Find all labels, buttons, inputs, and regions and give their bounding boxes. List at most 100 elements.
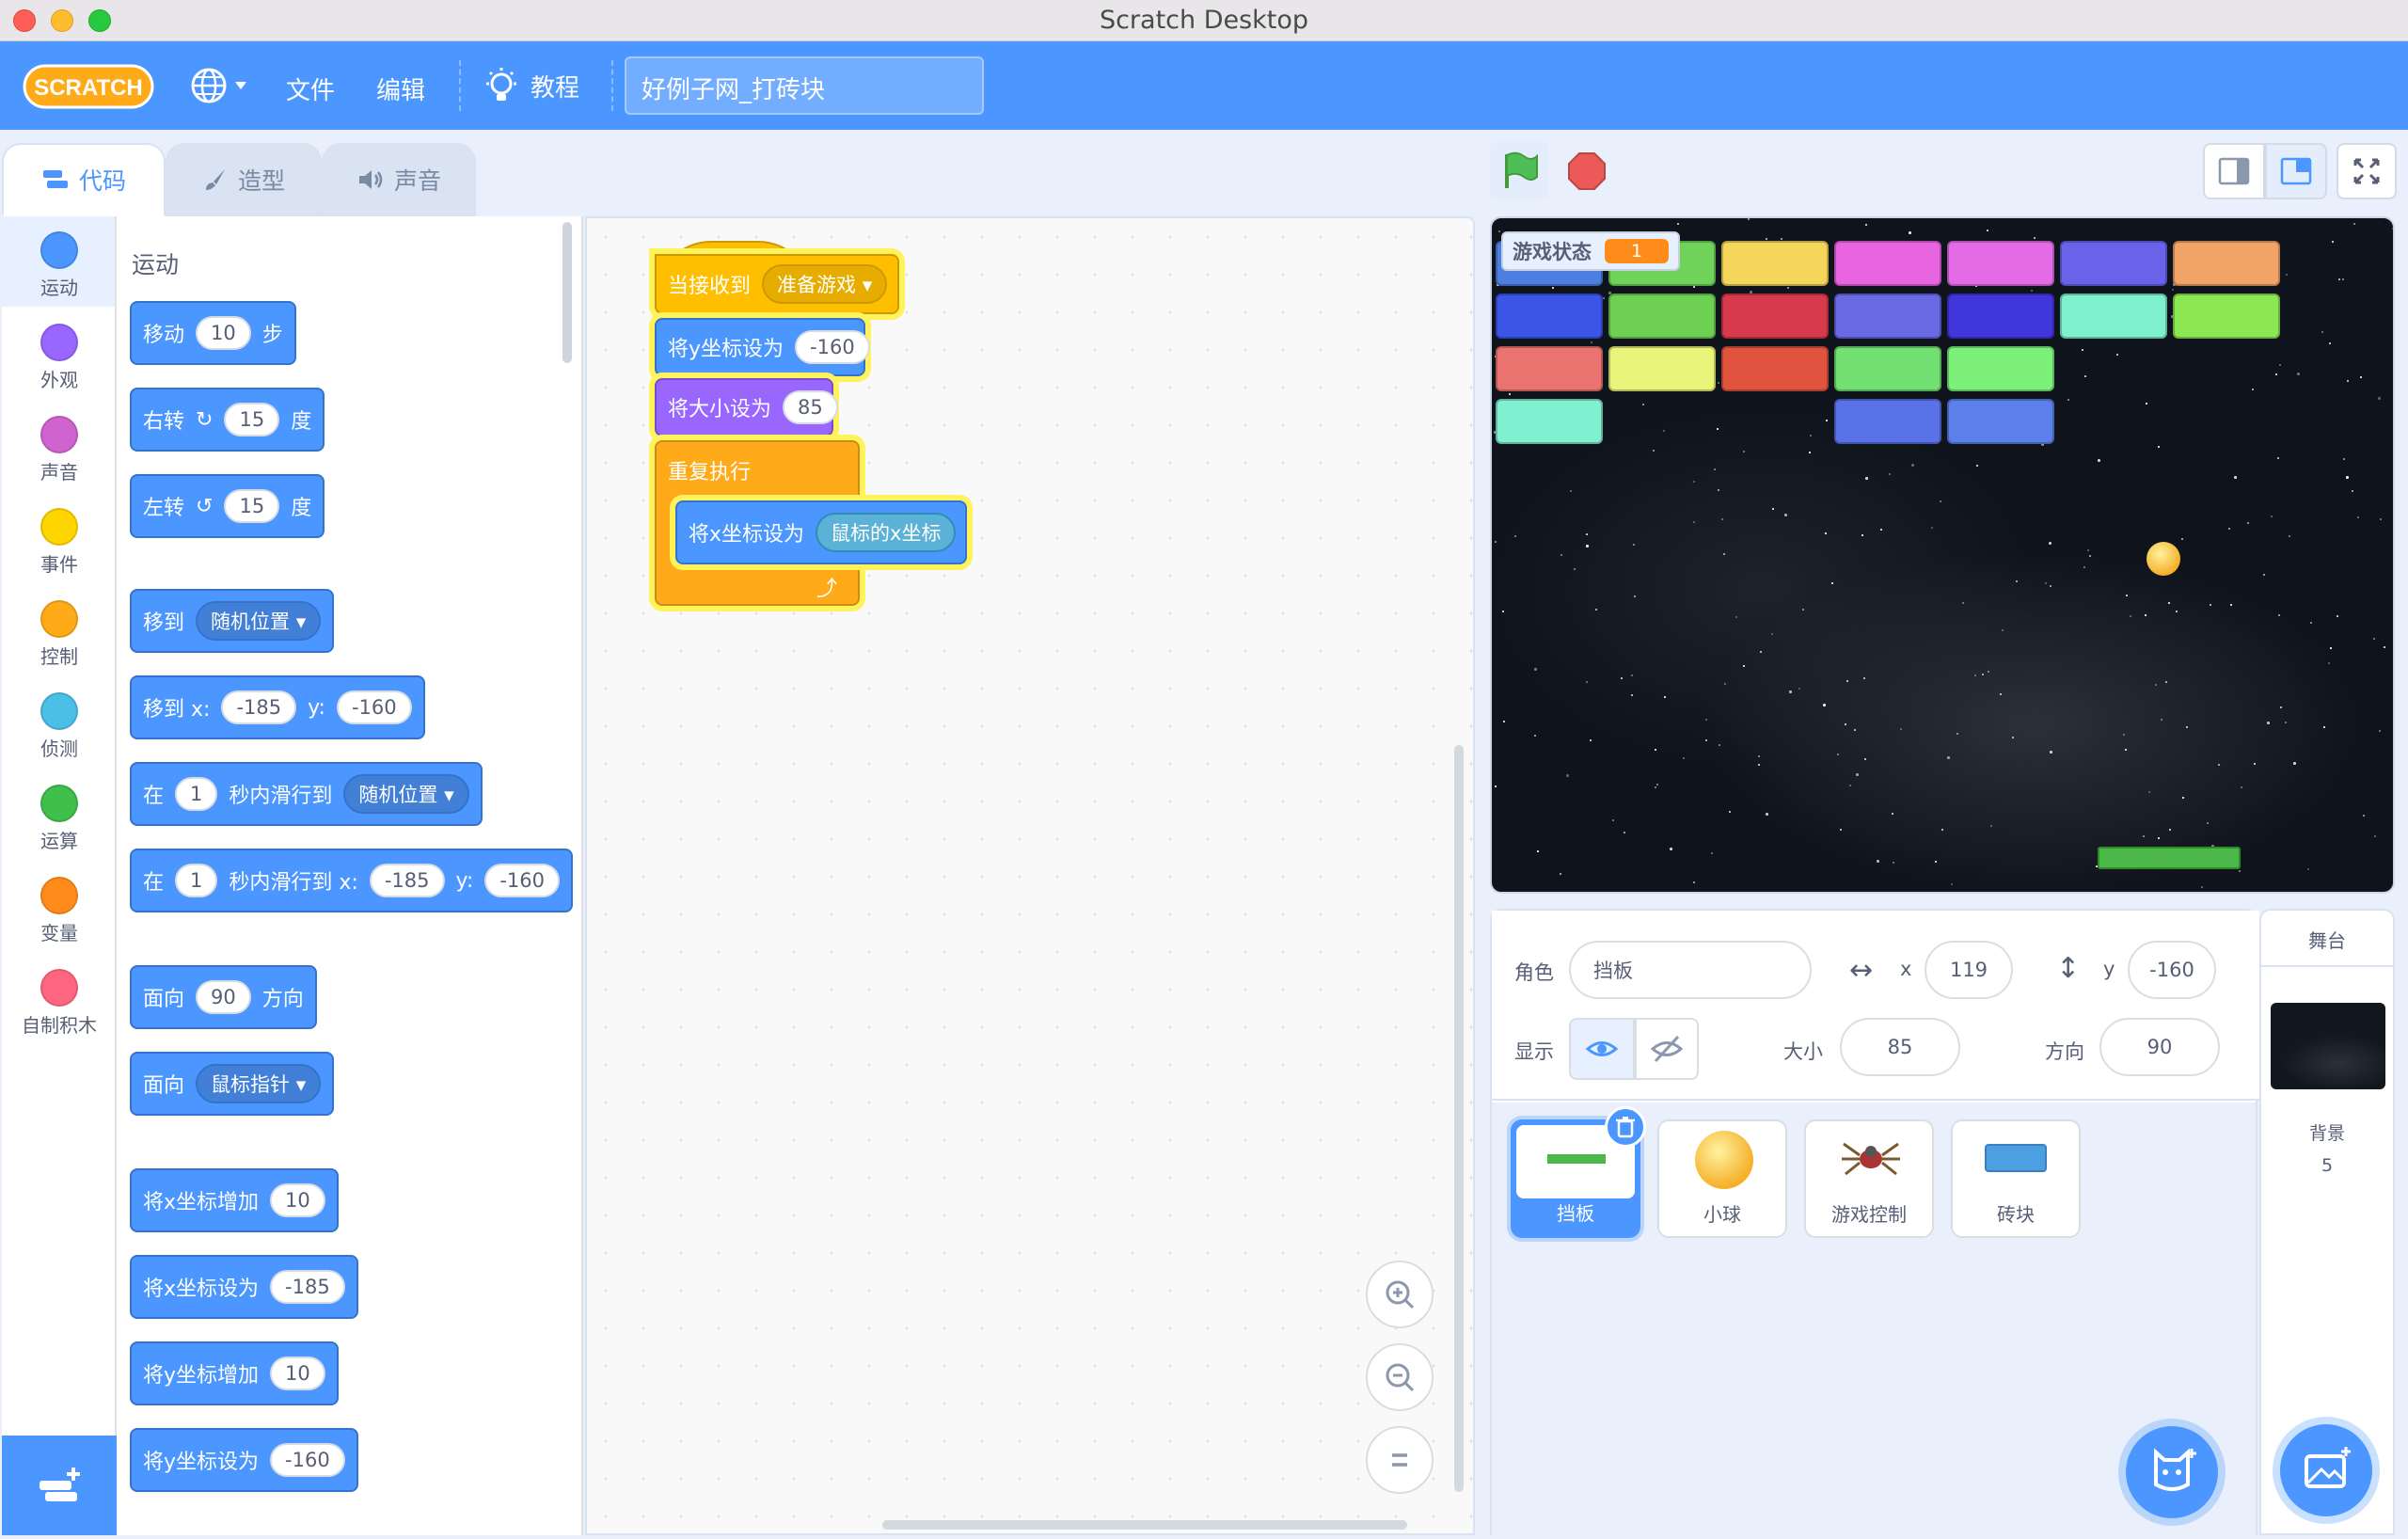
hide-sprite-button[interactable] — [1635, 1018, 1699, 1080]
broadcast-dropdown[interactable]: 准备游戏 ▾ — [762, 264, 888, 304]
zoom-out-button[interactable] — [1366, 1343, 1434, 1411]
code-icon — [42, 170, 68, 188]
block-input[interactable]: 10 — [196, 316, 251, 350]
block-text: 左转 — [143, 497, 185, 520]
script-workspace[interactable]: 当接收到 准备游戏 ▾ 将y坐标设为 -160 将大小设为 85 重复执行 ⤴ 将x坐… — [585, 216, 1475, 1535]
x-arrow-icon: ↔ — [1849, 954, 1874, 987]
block-goto[interactable]: 移到 随机位置 ▾ — [130, 589, 335, 653]
tab-costumes[interactable]: 造型 — [166, 143, 322, 216]
block-dropdown[interactable]: 随机位置 ▾ — [196, 601, 322, 641]
zoom-reset-button[interactable] — [1366, 1426, 1434, 1494]
script-set-size[interactable]: 将大小设为 85 — [655, 378, 838, 436]
block-input[interactable]: 15 — [224, 403, 280, 436]
category-operators[interactable]: 运算 — [2, 771, 117, 864]
block-input[interactable]: 1 — [175, 777, 218, 811]
category-sound[interactable]: 声音 — [2, 403, 117, 495]
edit-menu[interactable]: 编辑 — [376, 71, 425, 106]
block-input[interactable]: -185 — [221, 690, 297, 724]
block-input[interactable]: 85 — [783, 390, 838, 424]
category-label: 运动 — [40, 277, 78, 299]
block-input[interactable]: -185 — [369, 864, 445, 897]
category-looks[interactable]: 外观 — [2, 310, 117, 403]
block-set-x[interactable]: 将x坐标设为 -185 — [130, 1255, 358, 1319]
project-title-input[interactable]: 好例子网_打砖块 — [625, 56, 984, 115]
block-move-steps[interactable]: 移动 10 步 — [130, 301, 296, 365]
block-point-towards[interactable]: 面向 鼠标指针 ▾ — [130, 1052, 335, 1116]
block-turn-right[interactable]: 右转 ↻ 15 度 — [130, 388, 325, 452]
block-dropdown[interactable]: 随机位置 ▾ — [343, 774, 469, 814]
ball-sprite[interactable] — [2147, 542, 2180, 576]
category-control[interactable]: 控制 — [2, 587, 117, 679]
script-when-receive[interactable]: 当接收到 准备游戏 ▾ — [655, 254, 899, 314]
choose-backdrop-button[interactable] — [2280, 1424, 2372, 1516]
add-extension-button[interactable] — [2, 1436, 117, 1535]
palette-scrollbar[interactable] — [562, 222, 572, 363]
workspace-vscrollbar[interactable] — [1454, 745, 1464, 1492]
block-dropdown[interactable]: 鼠标指针 ▾ — [196, 1064, 322, 1103]
stage-canvas[interactable]: 游戏状态 1 — [1490, 216, 2395, 894]
block-turn-left[interactable]: 左转 ↺ 15 度 — [130, 474, 325, 538]
block-input[interactable]: 1 — [175, 864, 218, 897]
category-label: 自制积木 — [22, 1014, 97, 1037]
block-change-x[interactable]: 将x坐标增加 10 — [130, 1168, 339, 1232]
block-change-y[interactable]: 将y坐标增加 10 — [130, 1341, 339, 1405]
delete-sprite-button[interactable] — [1605, 1106, 1646, 1148]
paddle-thumbnail — [1547, 1154, 1606, 1164]
direction-label: 方向 — [2045, 1040, 2084, 1063]
x-input[interactable]: 119 — [1925, 941, 2013, 999]
menu-divider — [611, 60, 613, 111]
block-text: 将x坐标设为 — [143, 1277, 260, 1301]
size-input[interactable]: 85 — [1840, 1018, 1960, 1076]
category-variables[interactable]: 变量 — [2, 864, 117, 956]
category-events[interactable]: 事件 — [2, 495, 117, 587]
block-input[interactable]: -185 — [270, 1270, 345, 1304]
sprite-thumb-brick[interactable]: 砖块 — [1951, 1119, 2081, 1238]
scratch-logo[interactable]: SCRATCH — [23, 58, 154, 115]
paddle-sprite[interactable] — [2098, 847, 2241, 869]
small-stage-button[interactable] — [2203, 143, 2265, 199]
script-set-x[interactable]: 将x坐标设为 鼠标的x坐标 — [675, 500, 967, 564]
block-input[interactable]: 10 — [270, 1183, 325, 1217]
sprite-thumb-game-control[interactable]: 游戏控制 — [1804, 1119, 1934, 1238]
category-my-blocks[interactable]: 自制积木 — [2, 956, 117, 1048]
block-glide-xy[interactable]: 在 1 秒内滑行到 x: -185 y: -160 — [130, 849, 574, 912]
tab-sounds[interactable]: 声音 — [322, 143, 476, 216]
category-motion[interactable]: 运动 — [2, 218, 117, 310]
block-glide[interactable]: 在 1 秒内滑行到 随机位置 ▾ — [130, 762, 483, 826]
stage-title: 舞台 — [2261, 911, 2393, 967]
block-input[interactable]: 10 — [270, 1357, 325, 1390]
brick — [1947, 294, 2054, 339]
tab-code[interactable]: 代码 — [2, 143, 166, 216]
stage-thumbnail[interactable] — [2271, 1003, 2385, 1089]
choose-sprite-button[interactable] — [2126, 1426, 2218, 1518]
block-input[interactable]: -160 — [484, 864, 561, 897]
workspace-hscrollbar[interactable] — [882, 1520, 1407, 1530]
y-input[interactable]: -160 — [2128, 941, 2216, 999]
block-set-y[interactable]: 将y坐标设为 -160 — [130, 1428, 358, 1492]
sprite-name-input[interactable]: 挡板 — [1569, 941, 1812, 999]
sprite-thumb-ball[interactable]: 小球 — [1657, 1119, 1787, 1238]
block-input[interactable]: 90 — [196, 980, 251, 1014]
block-point-direction[interactable]: 面向 90 方向 — [130, 965, 317, 1029]
block-input[interactable]: -160 — [795, 330, 870, 364]
stop-button[interactable] — [1558, 141, 1616, 199]
large-stage-button[interactable] — [2265, 143, 2327, 199]
file-menu[interactable]: 文件 — [286, 71, 335, 106]
zoom-in-button[interactable] — [1366, 1261, 1434, 1328]
variable-monitor[interactable]: 游戏状态 1 — [1501, 231, 1681, 271]
sprite-name: 挡板 — [1557, 1202, 1594, 1225]
logo-text: SCRATCH — [34, 75, 143, 101]
green-flag-button[interactable] — [1490, 141, 1548, 199]
category-sensing[interactable]: 侦测 — [2, 679, 117, 771]
reporter-mouse-x[interactable]: 鼠标的x坐标 — [816, 513, 957, 552]
block-input[interactable]: -160 — [270, 1443, 345, 1477]
language-menu[interactable] — [188, 64, 254, 107]
fullscreen-button[interactable] — [2337, 143, 2397, 199]
block-input[interactable]: -160 — [336, 690, 412, 724]
script-set-y[interactable]: 将y坐标设为 -160 — [655, 318, 870, 376]
block-goto-xy[interactable]: 移到 x: -185 y: -160 — [130, 675, 425, 739]
block-text: 在 — [143, 871, 165, 895]
show-sprite-button[interactable] — [1569, 1018, 1635, 1080]
block-input[interactable]: 15 — [224, 489, 280, 523]
direction-input[interactable]: 90 — [2099, 1018, 2220, 1076]
